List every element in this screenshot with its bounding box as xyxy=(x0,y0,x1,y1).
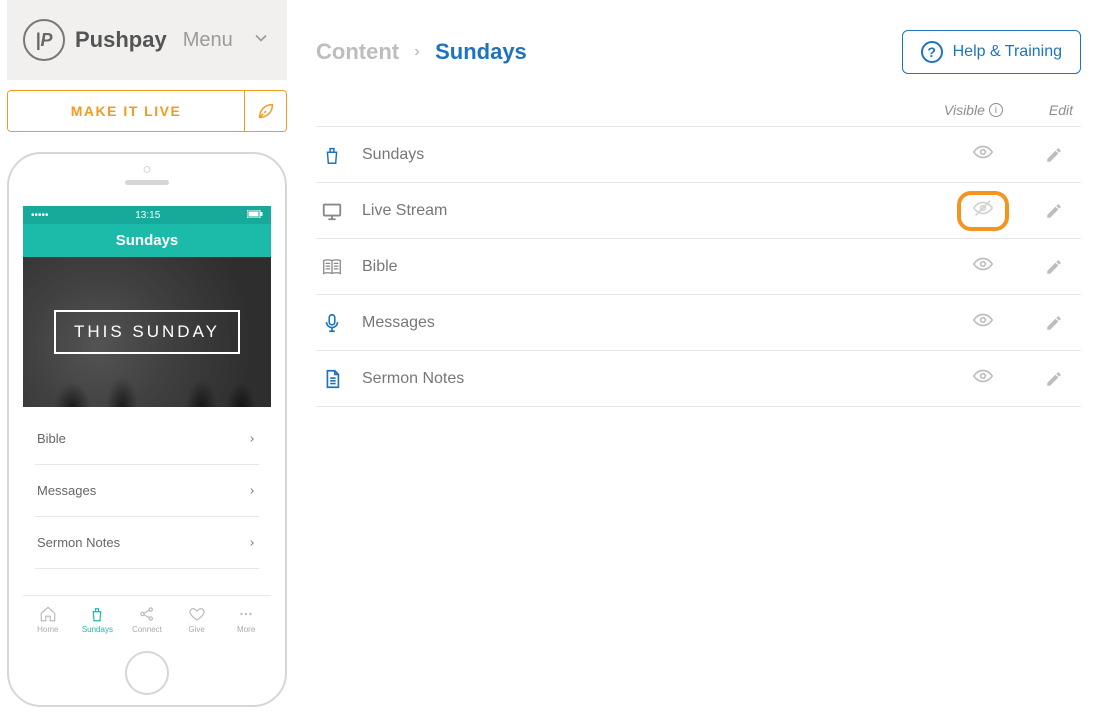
breadcrumb: Content Sundays xyxy=(316,39,527,65)
phone-tab-connect[interactable]: Connect xyxy=(122,596,172,643)
table-row: Sundays xyxy=(316,126,1081,182)
document-icon xyxy=(320,368,344,390)
phone-hero: THIS SUNDAY xyxy=(23,257,271,407)
row-label: Bible xyxy=(362,258,935,276)
phone-home-button xyxy=(125,651,169,695)
visibility-toggle[interactable] xyxy=(953,197,1013,224)
phone-tabbar: Home Sundays Connect Give More xyxy=(23,595,271,643)
phone-tab-sundays[interactable]: Sundays xyxy=(73,596,123,643)
visibility-toggle[interactable] xyxy=(953,253,1013,280)
chevron-right-icon xyxy=(247,538,257,548)
table-header: Visible i Edit xyxy=(316,102,1081,126)
main-header: Content Sundays ? Help & Training xyxy=(316,0,1081,102)
edit-button[interactable] xyxy=(1031,202,1077,220)
table-row: Messages xyxy=(316,294,1081,350)
highlight-ring xyxy=(957,191,1009,231)
chevron-right-icon xyxy=(247,434,257,444)
row-label: Live Stream xyxy=(362,202,935,220)
edit-button[interactable] xyxy=(1031,314,1077,332)
book-icon xyxy=(320,256,344,278)
status-time: 13:15 xyxy=(135,210,160,221)
brand-name: Pushpay xyxy=(75,27,167,53)
phone-statusbar: ••••• 13:15 xyxy=(23,206,271,224)
phone-hero-label: THIS SUNDAY xyxy=(54,310,240,354)
list-item-label: Sermon Notes xyxy=(37,535,120,550)
phone-tab-more[interactable]: More xyxy=(221,596,271,643)
breadcrumb-parent[interactable]: Content xyxy=(316,39,399,65)
brand-logo-icon: |P xyxy=(23,19,65,61)
eye-icon xyxy=(972,141,994,168)
dots-icon xyxy=(237,605,255,623)
list-item-label: Bible xyxy=(37,431,66,446)
phone-camera-icon xyxy=(144,166,151,173)
breadcrumb-current: Sundays xyxy=(435,39,527,65)
column-visible: Visible i xyxy=(944,102,1003,118)
help-training-button[interactable]: ? Help & Training xyxy=(902,30,1081,74)
tab-label: Give xyxy=(188,625,204,634)
monitor-icon xyxy=(320,200,344,222)
tab-label: Home xyxy=(37,625,58,634)
podium-icon xyxy=(320,144,344,166)
visibility-toggle[interactable] xyxy=(953,309,1013,336)
rocket-icon[interactable] xyxy=(244,91,286,131)
share-icon xyxy=(138,605,156,623)
phone-screen: ••••• 13:15 Sundays THIS SUNDAY Bible Me… xyxy=(23,206,271,643)
row-label: Sermon Notes xyxy=(362,370,935,388)
status-battery-icon xyxy=(247,210,263,221)
home-icon xyxy=(39,605,57,623)
visibility-toggle[interactable] xyxy=(953,365,1013,392)
phone-tab-give[interactable]: Give xyxy=(172,596,222,643)
eye-icon xyxy=(972,309,994,336)
make-it-live-button[interactable]: MAKE IT LIVE xyxy=(8,91,244,131)
table-row: Sermon Notes xyxy=(316,350,1081,407)
chevron-right-icon xyxy=(247,486,257,496)
info-icon[interactable]: i xyxy=(989,103,1003,117)
column-edit: Edit xyxy=(1049,102,1073,118)
phone-title: Sundays xyxy=(23,224,271,257)
table-row: Bible xyxy=(316,238,1081,294)
chevron-right-icon xyxy=(411,46,423,58)
edit-button[interactable] xyxy=(1031,258,1077,276)
heart-icon xyxy=(188,605,206,623)
phone-preview: ••••• 13:15 Sundays THIS SUNDAY Bible Me… xyxy=(7,152,287,707)
row-label: Messages xyxy=(362,314,935,332)
list-item-label: Messages xyxy=(37,483,96,498)
edit-button[interactable] xyxy=(1031,370,1077,388)
chevron-down-icon[interactable] xyxy=(251,28,271,53)
eye-icon xyxy=(972,365,994,392)
content-table: Sundays Live Stream Bible xyxy=(316,126,1081,407)
help-label: Help & Training xyxy=(953,43,1062,61)
visibility-toggle[interactable] xyxy=(953,141,1013,168)
tab-label: Sundays xyxy=(82,625,113,634)
phone-list-item[interactable]: Sermon Notes xyxy=(35,517,259,569)
table-row: Live Stream xyxy=(316,182,1081,238)
question-icon: ? xyxy=(921,41,943,63)
status-signal: ••••• xyxy=(31,210,49,221)
make-it-live-group: MAKE IT LIVE xyxy=(7,90,287,132)
phone-speaker-icon xyxy=(125,180,169,185)
tab-label: Connect xyxy=(132,625,162,634)
edit-button[interactable] xyxy=(1031,146,1077,164)
phone-tab-home[interactable]: Home xyxy=(23,596,73,643)
mic-icon xyxy=(320,312,344,334)
podium-icon xyxy=(88,605,106,623)
row-label: Sundays xyxy=(362,146,935,164)
brand-bar: |P Pushpay Menu xyxy=(7,0,287,80)
phone-list: Bible Messages Sermon Notes xyxy=(23,407,271,595)
tab-label: More xyxy=(237,625,255,634)
phone-list-item[interactable]: Bible xyxy=(35,413,259,465)
menu-label[interactable]: Menu xyxy=(183,29,233,52)
eye-icon xyxy=(972,253,994,280)
phone-list-item[interactable]: Messages xyxy=(35,465,259,517)
